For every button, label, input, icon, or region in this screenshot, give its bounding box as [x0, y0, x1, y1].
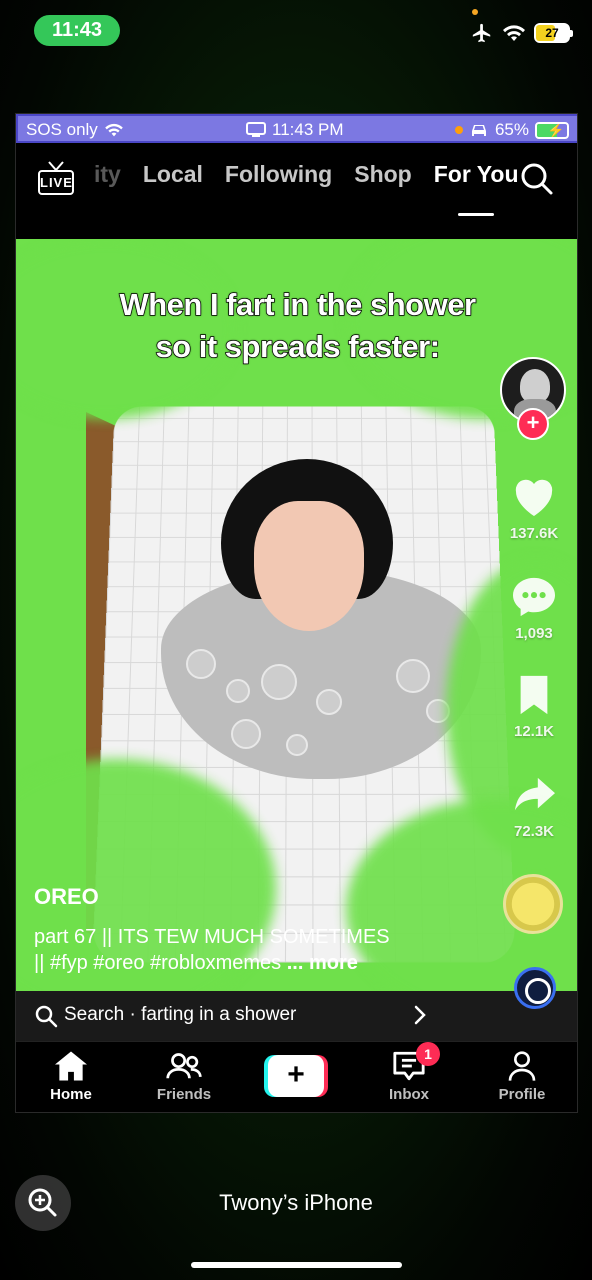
- search-suggestion-bar[interactable]: Search · farting in a shower: [16, 991, 577, 1041]
- search-suggestion-text: Search · farting in a shower: [64, 1004, 297, 1025]
- inner-battery-percent: 65%: [494, 120, 529, 139]
- nav-profile-label: Profile: [498, 1086, 546, 1103]
- airplane-icon: [472, 23, 491, 43]
- mirrored-screen: SOS only 11:43 PM 65% ⚡ LIVE ity Local F…: [15, 113, 578, 1113]
- overlay-line-2: so it spreads faster:: [155, 328, 441, 365]
- bubble: [186, 649, 216, 679]
- bubble: [396, 659, 430, 693]
- live-label: LIVE: [38, 170, 74, 195]
- bookmark-icon: [520, 675, 548, 715]
- wifi-icon: [503, 25, 525, 41]
- friends-icon: [166, 1053, 202, 1079]
- nav-friends-label: Friends: [156, 1086, 212, 1103]
- inner-battery-icon: ⚡: [535, 121, 569, 139]
- overlay-line-1: When I fart in the shower: [119, 286, 477, 323]
- profile-icon: [508, 1051, 536, 1081]
- nav-home[interactable]: Home: [26, 1050, 116, 1103]
- top-navigation: LIVE ity Local Following Shop For You: [16, 143, 577, 239]
- tab-shop[interactable]: Shop: [343, 161, 423, 188]
- author-name[interactable]: OREO: [34, 884, 99, 910]
- chevron-right-icon: [414, 1005, 426, 1025]
- video-description[interactable]: part 67 || ITS TEW MUCH SOMETIMES || #fy…: [34, 924, 484, 976]
- car-icon: [471, 125, 486, 136]
- save-button[interactable]: 12.1K: [504, 674, 564, 740]
- inner-status-bar: SOS only 11:43 PM 65% ⚡: [16, 114, 577, 143]
- comment-icon: [513, 577, 555, 617]
- share-arrow-icon: [514, 777, 555, 811]
- home-icon: [55, 1051, 87, 1081]
- wifi-icon: [105, 123, 123, 137]
- share-button[interactable]: 72.3K: [504, 774, 564, 840]
- nav-profile[interactable]: Profile: [477, 1050, 567, 1103]
- bubble: [231, 719, 261, 749]
- tab-for-you[interactable]: For You: [423, 161, 530, 188]
- home-indicator[interactable]: [191, 1262, 402, 1268]
- bubble: [226, 679, 250, 703]
- save-count: 12.1K: [513, 723, 555, 740]
- follow-button[interactable]: +: [517, 408, 549, 440]
- plus-icon: +: [268, 1055, 324, 1097]
- nav-inbox-label: Inbox: [389, 1086, 429, 1103]
- comment-button[interactable]: 1,093: [504, 576, 564, 642]
- inner-time: 11:43 PM: [272, 120, 344, 139]
- bottom-navigation: Home Friends + 1 Inbox Profile: [16, 1041, 577, 1112]
- host-time: 11:43: [34, 15, 120, 46]
- tab-local[interactable]: Local: [132, 161, 214, 188]
- nav-inbox[interactable]: 1 Inbox: [364, 1042, 454, 1103]
- privacy-dot-icon: [472, 9, 478, 15]
- nav-friends[interactable]: Friends: [139, 1050, 229, 1103]
- host-battery-icon: 27: [534, 23, 573, 43]
- heart-icon: [515, 479, 553, 516]
- mic-indicator-icon: [454, 126, 463, 134]
- host-status-bar: 11:43 27: [0, 0, 592, 60]
- video-overlay-text: When I fart in the shower so it spreads …: [16, 284, 577, 368]
- tab-following[interactable]: Following: [214, 161, 343, 188]
- description-line-1: part 67 || ITS TEW MUCH SOMETIMES: [34, 926, 390, 948]
- video-player[interactable]: When I fart in the shower so it spreads …: [16, 239, 577, 991]
- bubble: [316, 689, 342, 715]
- nav-home-label: Home: [50, 1086, 92, 1103]
- comment-count: 1,093: [515, 625, 553, 642]
- ai-search-bubble-icon[interactable]: [514, 967, 556, 1009]
- like-button[interactable]: 137.6K: [504, 474, 564, 542]
- search-icon[interactable]: [519, 161, 555, 197]
- carrier-label: SOS only: [26, 120, 98, 139]
- search-icon: [35, 1005, 58, 1028]
- live-button[interactable]: LIVE: [38, 161, 76, 197]
- share-count: 72.3K: [513, 823, 555, 840]
- create-post-button[interactable]: +: [264, 1055, 328, 1097]
- like-count: 137.6K: [509, 525, 559, 542]
- video-character-face: [254, 501, 364, 631]
- feed-tabs: ity Local Following Shop For You: [94, 161, 530, 188]
- bubble: [261, 664, 297, 700]
- description-line-2: || #fyp #oreo #robloxmemes: [34, 952, 282, 974]
- tab-community[interactable]: ity: [94, 161, 132, 188]
- device-name: Twony’s iPhone: [219, 1190, 373, 1215]
- host-status-icons: 27: [470, 22, 573, 44]
- bubble: [286, 734, 308, 756]
- more-link[interactable]: ... more: [287, 952, 358, 974]
- inbox-badge: 1: [416, 1042, 440, 1066]
- music-disc-icon[interactable]: [503, 874, 563, 934]
- screen-mirror-icon: [246, 122, 266, 137]
